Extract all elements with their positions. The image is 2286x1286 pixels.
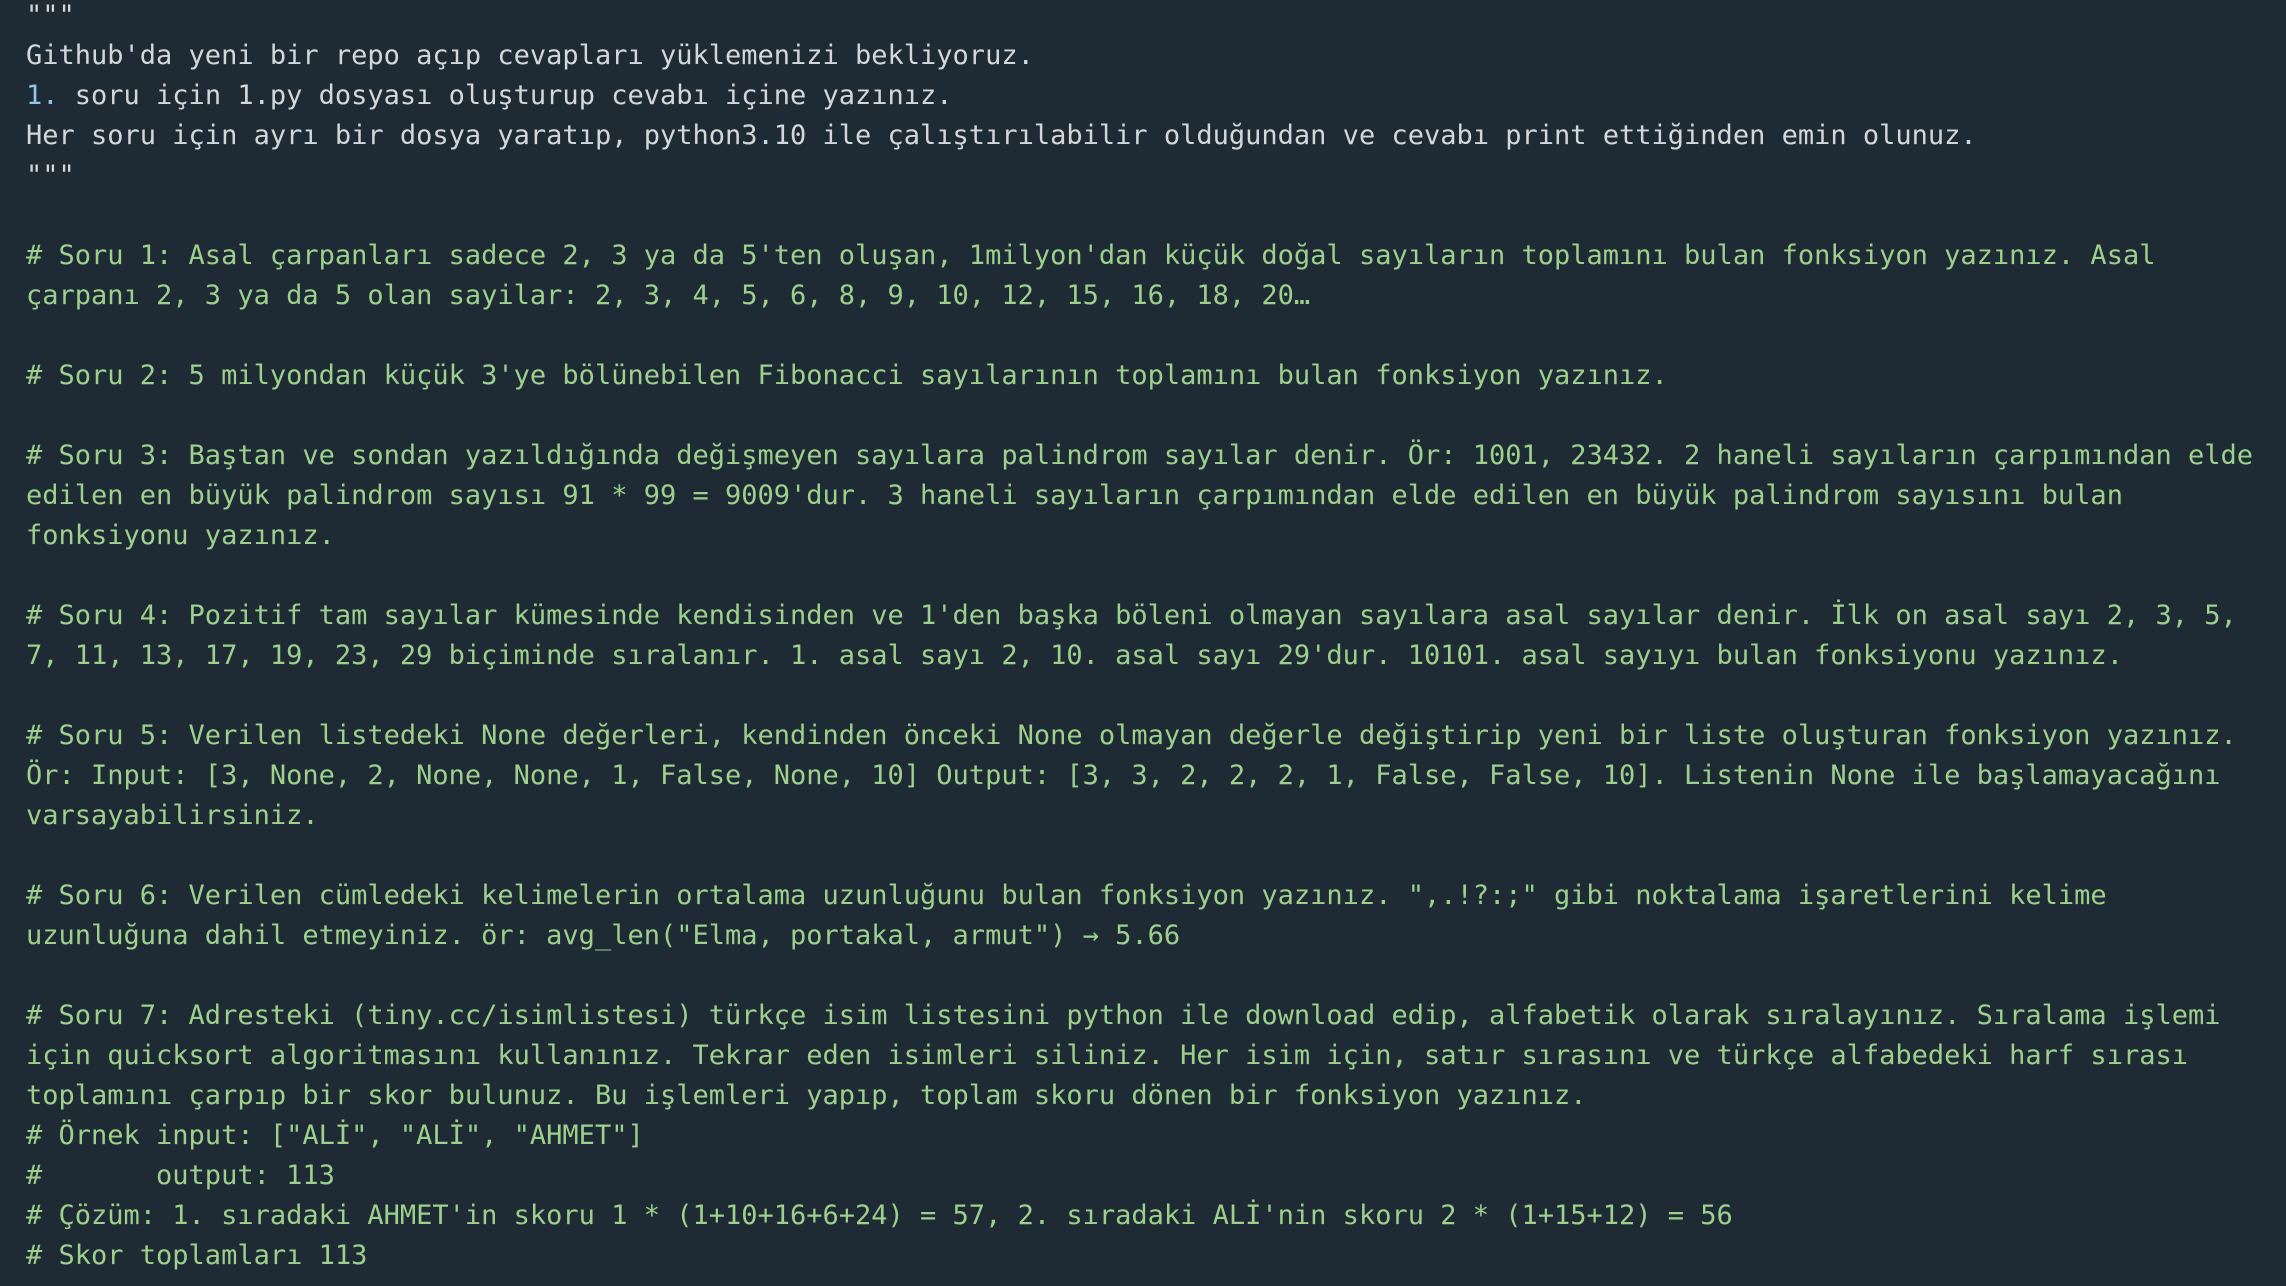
question-3-comment: # Soru 3: Baştan ve sondan yazıldığında … — [26, 440, 2270, 551]
docstring-line-1: Github'da yeni bir repo açıp cevapları y… — [26, 40, 1034, 71]
question-1-comment: # Soru 1: Asal çarpanları sadece 2, 3 ya… — [26, 240, 2172, 311]
question-4-comment: # Soru 4: Pozitif tam sayılar kümesinde … — [26, 600, 2253, 671]
example-output-comment: # output: 113 — [26, 1160, 335, 1191]
docstring-line-2-text: soru için 1.py dosyası oluşturup cevabı … — [58, 80, 953, 111]
question-5-comment: # Soru 5: Verilen listedeki None değerle… — [26, 720, 2253, 831]
docstring-close: """ — [26, 160, 75, 191]
solution-comment: # Çözüm: 1. sıradaki AHMET'in skoru 1 * … — [26, 1200, 1733, 1231]
code-editor[interactable]: """ Github'da yeni bir repo açıp cevapla… — [26, 0, 2276, 1276]
total-score-comment: # Skor toplamları 113 — [26, 1240, 368, 1271]
question-6-comment: # Soru 6: Verilen cümledeki kelimelerin … — [26, 880, 2123, 951]
question-2-comment: # Soru 2: 5 milyondan küçük 3'ye bölüneb… — [26, 360, 1668, 391]
example-input-comment: # Örnek input: ["ALİ", "ALİ", "AHMET"] — [26, 1120, 644, 1151]
question-7-comment: # Soru 7: Adresteki (tiny.cc/isimlistesi… — [26, 1000, 2237, 1111]
docstring-open: """ — [26, 0, 75, 31]
docstring-line-2: 1. soru için 1.py dosyası oluşturup ceva… — [26, 76, 2276, 116]
list-number: 1. — [26, 80, 59, 111]
docstring-line-3: Her soru için ayrı bir dosya yaratıp, py… — [26, 120, 1977, 151]
